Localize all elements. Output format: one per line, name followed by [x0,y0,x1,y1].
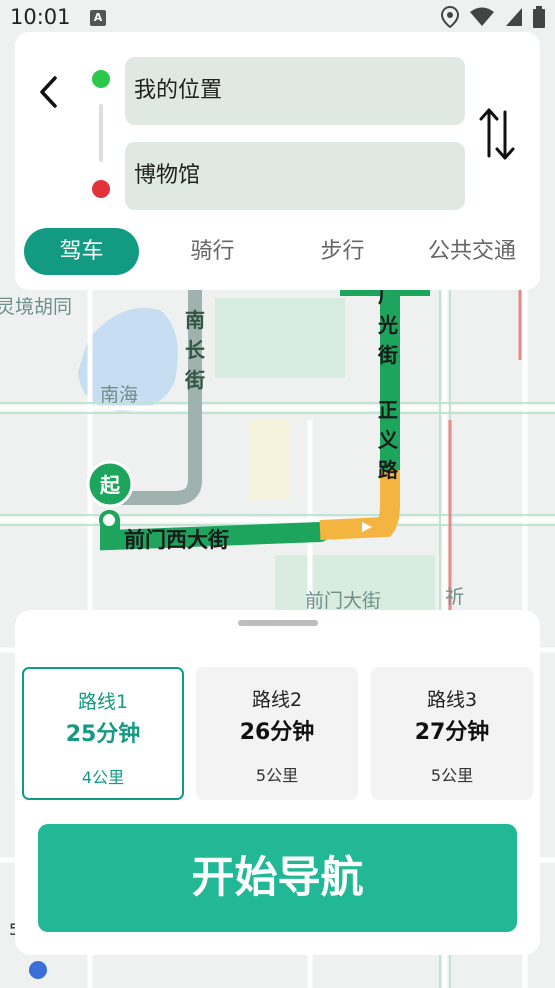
battery-icon [533,6,545,28]
route-connector [99,104,103,162]
swap-icon[interactable] [477,104,517,164]
wifi-icon [470,7,494,26]
tab-transit[interactable]: 公共交通 [412,228,532,275]
signal-icon [506,8,522,26]
destination-field[interactable]: 博物馆 [125,142,465,210]
back-arrow-icon[interactable] [35,72,65,112]
block-area [250,420,290,500]
route-search-panel: 我的位置 博物馆 驾车 骑行 步行 公共交通 [15,32,540,290]
road-label-zhengyi: 正义路 [378,398,398,482]
road-label-nanchang: 南长街 [185,308,205,392]
road-label-qianmen-west: 前门西大街 [124,528,229,552]
tab-walk[interactable]: 步行 [285,228,400,275]
app-notification-icon: A [90,10,106,26]
road-label-guang: 广光街 [378,283,398,367]
route-time: 26分钟 [239,720,315,745]
destination-dot-icon [92,180,110,198]
route-name: 路线3 [426,689,478,711]
start-marker-label: 起 [99,473,121,497]
route-time: 27分钟 [414,720,490,745]
map-label-hutong: 灵境胡同 [0,296,73,318]
route-name: 路线1 [77,691,129,713]
tab-drive[interactable]: 驾车 [24,228,139,275]
route-name: 路线2 [251,689,303,711]
map-label-qi: 祈 [445,586,465,608]
start-point [99,510,119,530]
route-option-1[interactable]: 路线1 25分钟 4公里 [22,667,184,800]
status-time: 10:01 [10,5,71,29]
travel-mode-tabs: 驾车 骑行 步行 公共交通 [15,228,540,278]
origin-field[interactable]: 我的位置 [125,57,465,125]
route-time: 25分钟 [65,722,141,747]
tab-ride[interactable]: 骑行 [155,228,270,275]
map-label-nanhai: 南海 [100,384,139,406]
route-option-2[interactable]: 路线2 26分钟 5公里 [196,667,358,800]
sheet-drag-handle[interactable] [238,620,318,626]
route-distance: 5公里 [255,766,299,785]
location-icon [441,6,459,28]
route-distance: 5公里 [430,766,474,785]
park-area [215,298,345,378]
route-distance: 4公里 [81,768,125,787]
start-navigation-button[interactable]: 开始导航 [38,824,517,932]
route-option-3[interactable]: 路线3 27分钟 5公里 [371,667,533,800]
status-bar: 10:01 A [0,0,555,36]
locator-icon[interactable] [29,961,47,979]
map-label-qianmen: 前门大街 [305,590,382,612]
route-result-sheet: 路线1 25分钟 4公里 路线2 26分钟 5公里 路线3 27分钟 5公里 开… [15,610,540,955]
origin-dot-icon [92,70,110,88]
